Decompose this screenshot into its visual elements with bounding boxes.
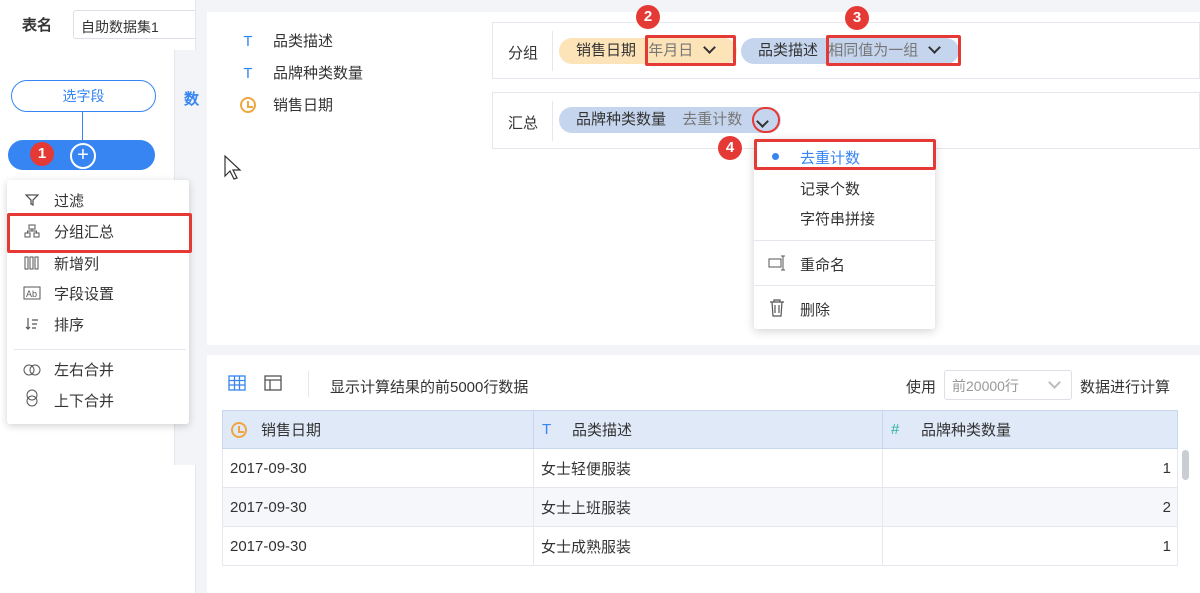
field-item-brand-count[interactable]: T 品牌种类数量 — [240, 63, 363, 85]
table-name-label: 表名 — [22, 17, 53, 34]
column-header-label: 销售日期 — [261, 422, 322, 439]
table-cell: 2017-09-30 — [222, 487, 534, 527]
chip-field-label: 品牌种类数量 — [576, 111, 667, 128]
summary-divider — [552, 101, 553, 141]
merge-horizontal-icon — [22, 356, 42, 386]
menu-separator — [14, 349, 186, 350]
sort-icon — [22, 311, 42, 341]
highlight-group-option — [826, 35, 961, 66]
summary-chip-brand-count[interactable]: 品牌种类数量 去重计数 — [559, 107, 781, 133]
dropdown-separator — [754, 285, 935, 286]
layout-view-icon[interactable] — [264, 375, 282, 394]
rows-select[interactable]: 前20000行 — [944, 370, 1072, 400]
highlight-distinct-count — [754, 139, 936, 170]
menu-item-label: 左右合并 — [54, 362, 115, 379]
merge-vertical-icon — [22, 387, 42, 417]
field-item-sales-date[interactable]: 销售日期 — [240, 95, 333, 117]
table-cell: 2 — [882, 487, 1178, 527]
chip-field-label: 销售日期 — [576, 42, 637, 59]
cut-label: 数 — [184, 91, 200, 108]
rows-select-value: 前20000行 — [952, 378, 1019, 394]
group-label: 分组 — [508, 45, 539, 62]
menu-item-label: 过滤 — [54, 193, 85, 210]
group-divider — [552, 31, 553, 71]
chip-option[interactable]: 去重计数 — [682, 111, 742, 128]
field-label: 品类描述 — [273, 33, 334, 50]
step-badge-2: 2 — [636, 5, 660, 29]
column-header-label: 品牌种类数量 — [921, 422, 1012, 439]
svg-text:Ab: Ab — [26, 289, 37, 299]
use-label: 使用 — [906, 379, 937, 396]
text-type-icon: T — [542, 421, 552, 438]
dropdown-option-string-concat[interactable]: 字符串拼接 — [800, 208, 875, 229]
table-scrollbar[interactable] — [1182, 450, 1189, 480]
column-header-category[interactable]: T 品类描述 — [533, 410, 883, 449]
chevron-down-icon — [1048, 376, 1061, 389]
column-header-sales-date[interactable]: 销售日期 — [222, 410, 534, 449]
step-badge-3: 3 — [845, 6, 869, 30]
text-type-icon: T — [243, 65, 253, 82]
add-step-button[interactable]: + — [70, 143, 96, 169]
step-badge-4: 4 — [718, 136, 742, 160]
highlight-date-format — [645, 35, 736, 66]
menu-item-label: 上下合并 — [54, 393, 115, 410]
field-label: 销售日期 — [273, 97, 334, 114]
field-label: 品牌种类数量 — [273, 65, 364, 82]
dropdown-option-record-count[interactable]: 记录个数 — [800, 178, 860, 199]
chip-field-label: 品类描述 — [758, 42, 819, 59]
dropdown-rename[interactable]: 重命名 — [800, 254, 845, 275]
highlight-group-summary — [7, 213, 192, 253]
table-row: 2017-09-30 女士上班服装 2 — [222, 487, 1178, 527]
number-type-icon: # — [891, 421, 900, 438]
preview-table: 销售日期 T 品类描述 # 品牌种类数量 2017-09-30 女士轻便服装 1… — [222, 410, 1178, 566]
clock-icon — [231, 422, 247, 442]
toolbar-divider — [308, 371, 309, 397]
table-name-input[interactable]: 自助数据集1 — [73, 10, 196, 39]
column-header-brand-count[interactable]: # 品牌种类数量 — [882, 410, 1178, 449]
text-type-icon: T — [243, 33, 253, 50]
step-badge-1: 1 — [30, 142, 54, 166]
table-cell: 2017-09-30 — [222, 526, 534, 566]
add-column-icon — [22, 250, 42, 280]
menu-item-merge-horizontal[interactable]: 左右合并 — [7, 356, 189, 386]
dropdown-delete[interactable]: 删除 — [800, 299, 830, 320]
menu-item-merge-vertical[interactable]: 上下合并 — [7, 387, 189, 417]
field-settings-icon: Ab — [22, 280, 42, 310]
summary-label: 汇总 — [508, 115, 539, 132]
column-header-label: 品类描述 — [572, 422, 633, 439]
menu-item-sort[interactable]: 排序 — [7, 311, 189, 341]
table-cell: 女士成熟服装 — [533, 526, 883, 566]
table-cell: 1 — [882, 448, 1178, 488]
select-fields-button[interactable]: 选字段 — [11, 80, 156, 112]
menu-item-label: 新增列 — [54, 256, 100, 273]
table-cell: 2017-09-30 — [222, 448, 534, 488]
menu-item-add-column[interactable]: 新增列 — [7, 250, 189, 280]
connector-line — [82, 112, 83, 140]
table-row: 2017-09-30 女士轻便服装 1 — [222, 448, 1178, 488]
menu-item-label: 字段设置 — [54, 286, 115, 303]
chevron-down-icon — [756, 115, 769, 128]
mouse-cursor-icon — [224, 154, 242, 184]
table-header-row: 销售日期 T 品类描述 # 品牌种类数量 — [222, 410, 1178, 449]
dropdown-separator — [754, 240, 935, 241]
clock-icon — [240, 97, 256, 120]
table-cell: 1 — [882, 526, 1178, 566]
grid-view-icon[interactable] — [228, 375, 246, 394]
field-item-category[interactable]: T 品类描述 — [240, 31, 333, 53]
rename-icon — [768, 255, 788, 274]
table-row: 2017-09-30 女士成熟服装 1 — [222, 526, 1178, 566]
table-cell: 女士轻便服装 — [533, 448, 883, 488]
summary-chevron-button[interactable] — [752, 107, 780, 133]
preview-info-text: 显示计算结果的前5000行数据 — [330, 379, 529, 396]
table-cell: 女士上班服装 — [533, 487, 883, 527]
compute-label: 数据进行计算 — [1080, 379, 1171, 396]
trash-icon — [769, 299, 785, 320]
menu-item-field-settings[interactable]: Ab 字段设置 — [7, 280, 189, 310]
menu-item-label: 排序 — [54, 317, 85, 334]
